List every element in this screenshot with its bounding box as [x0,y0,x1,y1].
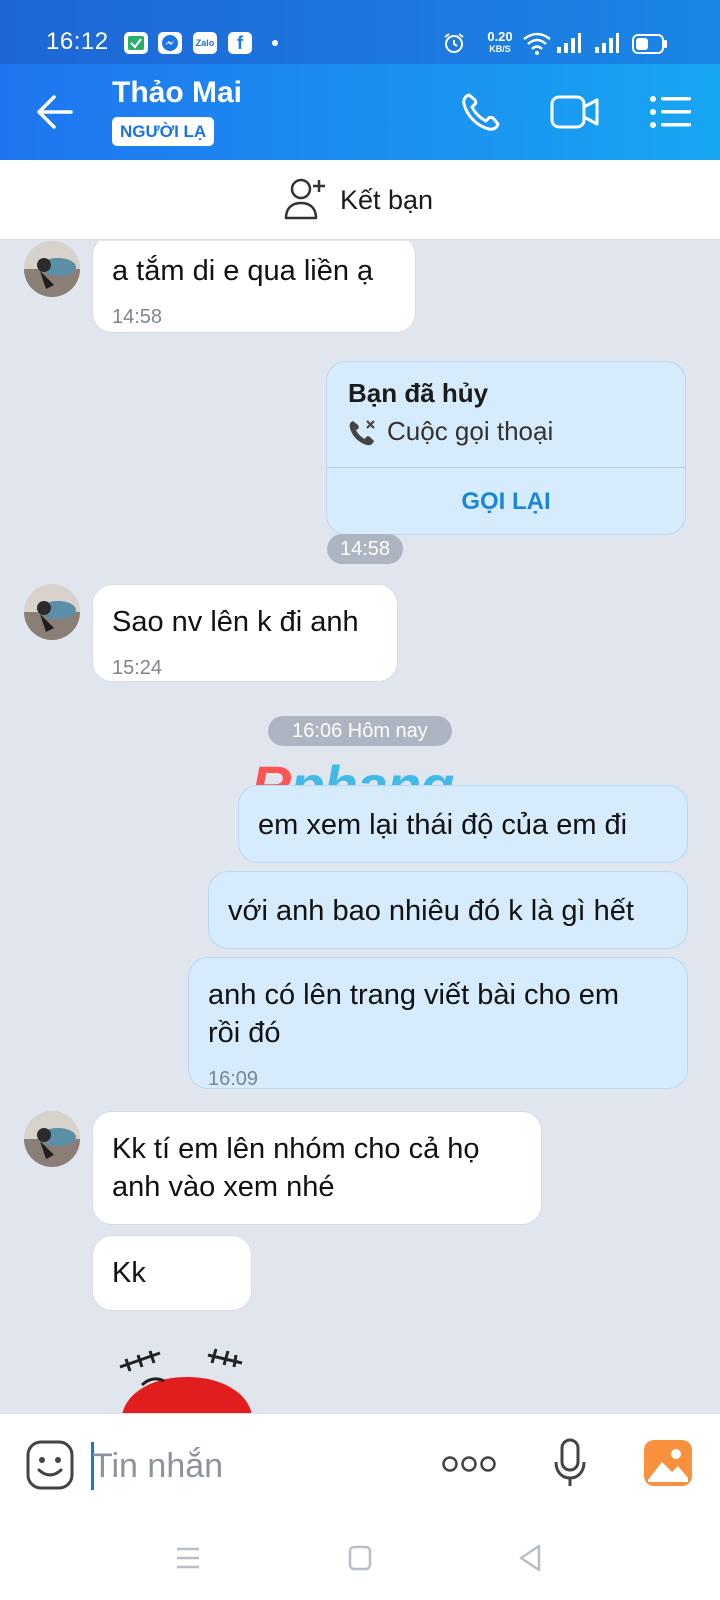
net-speed-value: 0.20 [487,29,513,44]
message-bubble[interactable]: Sao nv lên k đi anh 15:24 [92,584,398,682]
call-back-button[interactable]: GỌI LẠI [327,468,685,534]
message-bubble[interactable]: em xem lại thái độ của em đi [238,785,688,863]
back-icon[interactable] [36,94,74,135]
signal-icon [594,32,620,59]
message-text-line: anh có lên trang viết bài cho em [208,979,620,1011]
sticker[interactable] [112,1345,262,1413]
facebook-icon: f [228,32,252,54]
stranger-badge: NGƯỜI LẠ [112,117,215,146]
phone-icon[interactable] [460,91,502,138]
message-time: 14:58 [112,306,163,328]
message-input[interactable] [92,1440,412,1492]
add-friend-label: Kết bạn [340,184,434,215]
message-text-line: Kk tí em lên nhóm cho cả họ [112,1133,480,1165]
wifi-icon [522,31,552,60]
message-text: em xem lại thái độ của em đi [258,809,628,841]
add-friend-icon [284,176,330,225]
menu-icon[interactable] [650,95,692,134]
avatar[interactable] [24,584,80,640]
message-bubble[interactable]: Kk tí em lên nhóm cho cả họ anh vào xem … [92,1111,542,1225]
emoji-icon[interactable] [26,1440,74,1495]
message-bubble[interactable]: a tắm di e qua liền ạ 14:58 [92,241,416,333]
status-bar: 16:12 Zalo f 0.20 KB/S [0,0,720,64]
avatar[interactable] [24,1111,80,1167]
chat-area[interactable]: a tắm di e qua liền ạ 14:58 Bạn đã hủy C… [0,241,720,1413]
avatar[interactable] [24,241,80,297]
status-time: 16:12 [46,28,109,55]
microphone-icon[interactable] [554,1438,586,1493]
missed-call-icon [347,418,377,453]
back-nav-icon[interactable] [518,1543,542,1578]
video-call-icon[interactable] [550,94,600,135]
notification-dot [272,40,278,46]
message-text-line: rồi đó [208,1017,281,1049]
messenger-icon [158,32,182,54]
message-bubble[interactable]: Kk [92,1235,252,1311]
call-card: Bạn đã hủy Cuộc gọi thoại GỌI LẠI [326,361,686,535]
message-text: Sao nv lên k đi anh [112,606,359,638]
message-time: 15:24 [112,657,163,679]
image-icon[interactable] [644,1440,692,1491]
recent-apps-icon[interactable] [176,1547,200,1574]
add-friend-bar: Kết bạn [0,160,720,240]
zalo-icon: Zalo [193,32,217,54]
add-friend-button[interactable]: Kết bạn [284,176,433,224]
message-input-bar [0,1413,720,1517]
time-pill: 16:06 Hôm nay [268,716,452,746]
contact-name[interactable]: Thảo Mai [112,76,242,110]
more-icon[interactable] [442,1454,496,1479]
check-app-icon [124,32,148,54]
message-text: Kk [112,1257,146,1289]
call-status: Bạn đã hủy [348,378,489,408]
message-text-line: anh vào xem nhé [112,1171,335,1203]
message-text: a tắm di e qua liền ạ [112,255,374,287]
message-text: với anh bao nhiêu đó k là gì hết [228,895,634,927]
battery-icon [632,34,668,59]
time-pill: 14:58 [327,534,403,564]
net-speed: 0.20 KB/S [482,30,518,56]
net-speed-unit: KB/S [489,44,511,54]
message-bubble[interactable]: anh có lên trang viết bài cho em rồi đó … [188,957,688,1090]
signal-icon [556,32,582,59]
message-bubble[interactable]: với anh bao nhiêu đó k là gì hết [208,871,688,949]
home-icon[interactable] [348,1545,372,1576]
system-nav-bar [0,1517,720,1600]
call-type: Cuộc gọi thoại [387,416,554,446]
alarm-icon [442,31,466,60]
chat-header: Thảo Mai NGƯỜI LẠ [0,64,720,160]
message-time: 16:09 [208,1068,259,1090]
